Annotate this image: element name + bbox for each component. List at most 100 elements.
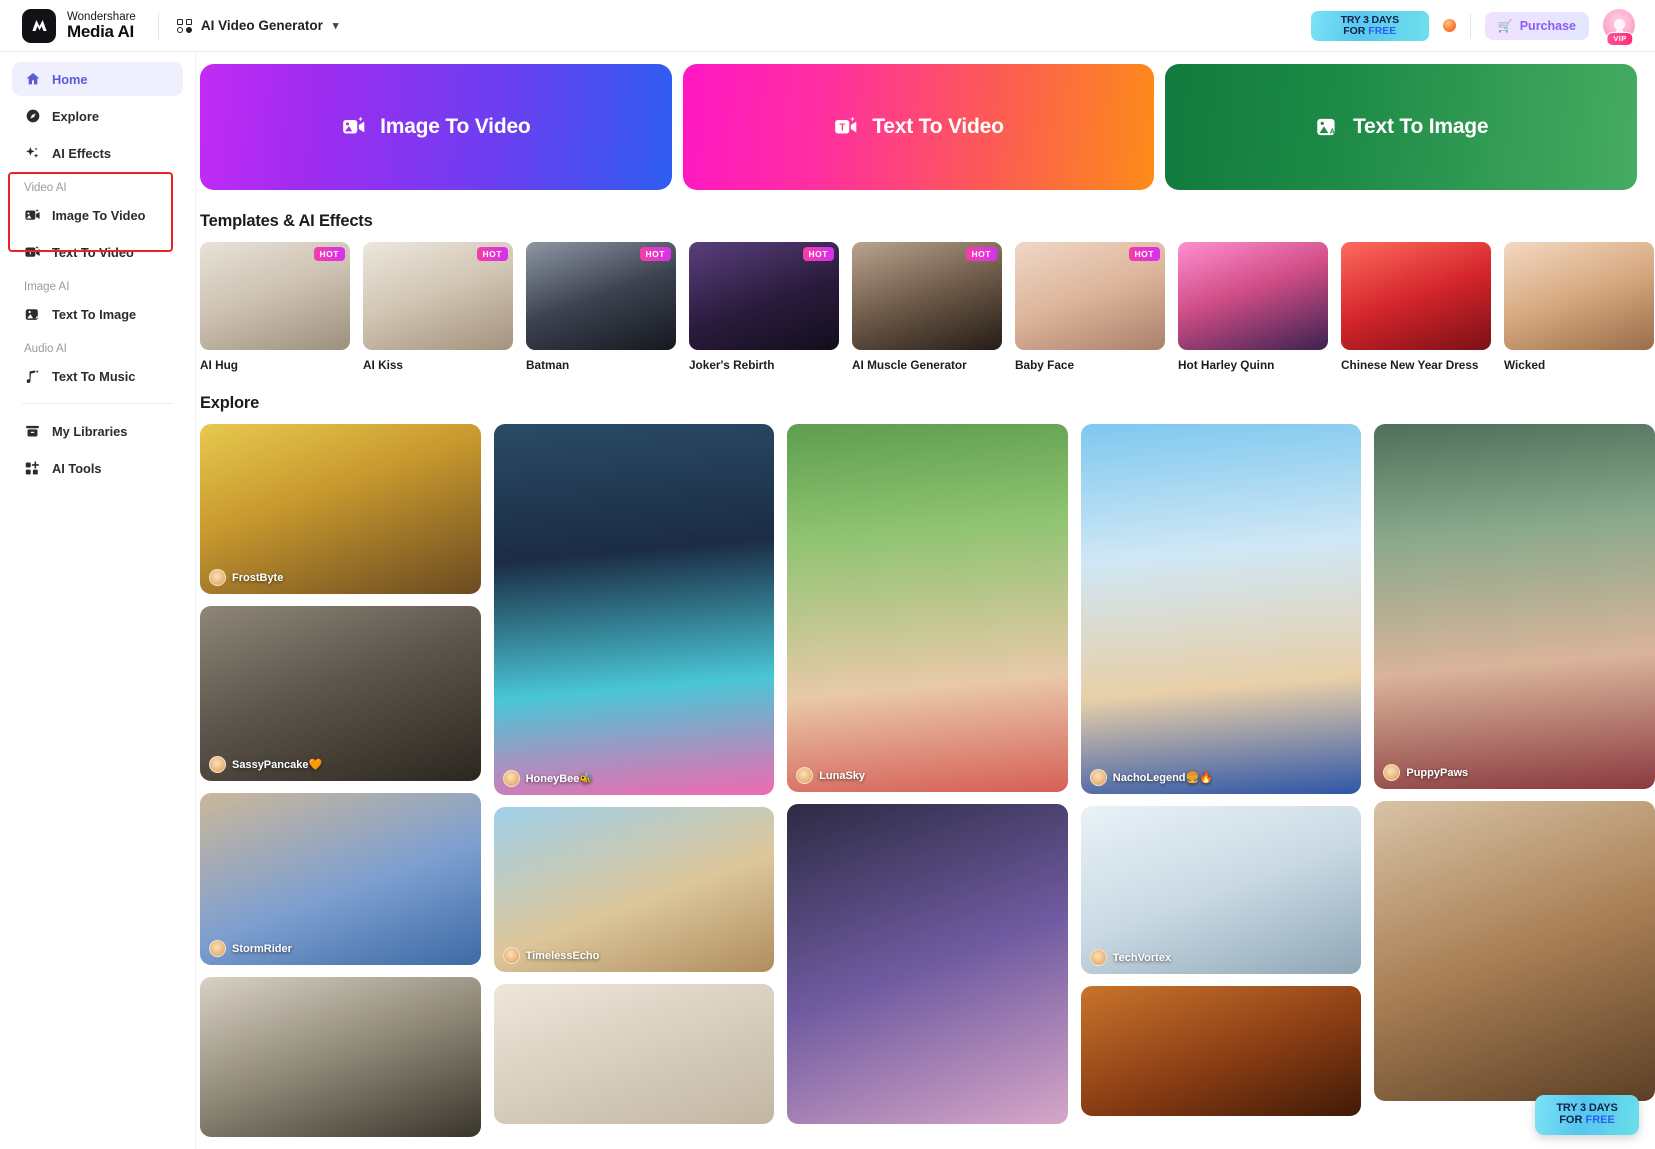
text-to-video-icon: T (24, 244, 41, 261)
user-avatar-icon (209, 756, 226, 773)
template-thumbnail[interactable]: HOT (689, 242, 839, 350)
template-thumbnail[interactable] (1341, 242, 1491, 350)
template-card[interactable]: HOT AI Hug (200, 242, 350, 372)
app-switcher[interactable]: AI Video Generator ▾ (176, 18, 338, 33)
sidebar-item-my-libraries[interactable]: My Libraries (12, 414, 183, 448)
sidebar-item-text-to-video[interactable]: T Text To Video (12, 235, 183, 269)
templates-section-title: Templates & AI Effects (200, 212, 373, 230)
user-avatar-icon (1089, 769, 1107, 786)
hot-badge: HOT (1128, 247, 1160, 261)
template-card[interactable]: HOT AI Kiss (363, 242, 513, 372)
template-card[interactable]: HOT Joker's Rebirth (689, 242, 839, 372)
explore-card[interactable] (787, 804, 1068, 1124)
explore-card[interactable]: TechVortex (1080, 806, 1362, 974)
purchase-button[interactable]: 🛒 Purchase (1484, 11, 1589, 40)
sidebar-label-home: Home (52, 71, 88, 87)
promo-line-2: FOR FREE (1343, 24, 1397, 37)
hero-text-to-image[interactable]: AI Text To Image (1165, 64, 1638, 190)
explore-user-tag[interactable]: HoneyBee🐝 (502, 770, 594, 787)
template-thumbnail[interactable] (1504, 242, 1654, 350)
explore-username: PuppyPaws (1406, 766, 1469, 779)
sidebar-item-text-to-image[interactable]: AI Text To Image (12, 297, 183, 331)
hot-badge: HOT (313, 247, 345, 261)
explore-user-tag[interactable]: TechVortex (1089, 949, 1172, 966)
user-avatar[interactable]: VIP (1603, 8, 1637, 46)
brand-line-2: Media AI (67, 21, 134, 41)
svg-text:AI: AI (35, 314, 41, 320)
explore-column: NachoLegend🍔🔥 TechVortex (1080, 424, 1362, 1137)
purchase-label: Purchase (1519, 18, 1576, 33)
explore-card[interactable]: SassyPancake🧡 (200, 606, 481, 781)
sidebar-divider (22, 403, 173, 404)
explore-card[interactable] (200, 977, 481, 1137)
template-name: Chinese New Year Dress (1341, 358, 1479, 372)
template-thumbnail[interactable]: HOT (363, 242, 513, 350)
sidebar-item-explore[interactable]: Explore (12, 99, 183, 133)
explore-user-tag[interactable]: TimelessEcho (502, 947, 599, 964)
template-name: Baby Face (1015, 358, 1075, 372)
template-thumbnail[interactable]: HOT (852, 242, 1002, 350)
sidebar-label-ai-effects: AI Effects (52, 145, 112, 161)
template-thumbnail[interactable]: HOT (200, 242, 350, 350)
compass-icon (24, 108, 41, 125)
template-name: Batman (526, 358, 570, 372)
explore-card[interactable]: LunaSky (787, 424, 1068, 792)
explore-card[interactable]: PuppyPaws (1374, 424, 1655, 789)
sidebar-item-image-to-video[interactable]: Image To Video (12, 198, 183, 232)
sidebar-label-ai-tools: AI Tools (52, 460, 102, 476)
hot-badge: HOT (802, 247, 834, 261)
template-thumbnail[interactable] (1178, 242, 1328, 350)
sidebar-item-home[interactable]: Home (12, 62, 183, 96)
try-free-promo-banner[interactable]: TRY 3 DAYS FOR FREE (1310, 10, 1429, 41)
apps-grid-icon (176, 18, 193, 33)
template-card[interactable]: Hot Harley Quinn (1178, 242, 1328, 372)
explore-user-tag[interactable]: PuppyPaws (1383, 764, 1468, 781)
explore-column: LunaSky (787, 424, 1068, 1137)
music-note-icon (24, 368, 41, 385)
explore-card[interactable]: NachoLegend🍔🔥 (1080, 424, 1362, 794)
sidebar-item-ai-effects[interactable]: AI Effects (12, 136, 183, 170)
text-image-icon: AI (1314, 114, 1340, 140)
template-card[interactable]: Chinese New Year Dress (1341, 242, 1491, 372)
explore-user-tag[interactable]: LunaSky (796, 767, 865, 784)
template-card[interactable]: Wicked (1504, 242, 1654, 372)
template-card[interactable]: HOT Baby Face (1015, 242, 1165, 372)
explore-card[interactable] (1080, 986, 1362, 1116)
explore-card[interactable] (493, 984, 775, 1124)
explore-card[interactable]: HoneyBee🐝 (493, 424, 775, 795)
floating-promo-line-2: FOR FREE (1559, 1114, 1615, 1126)
hero-text-to-video[interactable]: T Text To Video (682, 64, 1155, 190)
sidebar-label-image-to-video: Image To Video (52, 207, 146, 223)
explore-username: HoneyBee🐝 (525, 773, 594, 785)
floating-try-free-promo[interactable]: TRY 3 DAYS FOR FREE (1535, 1095, 1639, 1135)
explore-card[interactable] (1374, 801, 1655, 1101)
template-card[interactable]: HOT Batman (526, 242, 676, 372)
hero-image-to-video[interactable]: Image To Video (200, 64, 672, 190)
templates-row: HOT AI Hug HOT AI Kiss HOT Batman HOT Joker's R… (196, 242, 1655, 372)
sidebar-item-ai-tools[interactable]: AI Tools (12, 451, 183, 485)
explore-card[interactable]: TimelessEcho (493, 807, 775, 972)
sidebar-label-text-to-image: Text To Image (52, 306, 137, 322)
sidebar-item-text-to-music[interactable]: Text To Music (12, 359, 183, 393)
user-avatar-icon (1383, 764, 1401, 781)
explore-masonry: FrostByte SassyPancake🧡 StormRider HoneyBee… (196, 424, 1655, 1137)
brand-logo[interactable]: Wondershare Media AI (0, 8, 136, 43)
explore-user-tag[interactable]: SassyPancake🧡 (209, 756, 322, 773)
user-avatar-icon (796, 767, 814, 784)
explore-column: HoneyBee🐝 TimelessEcho (493, 424, 775, 1137)
explore-card[interactable]: StormRider (200, 793, 481, 965)
explore-username: TechVortex (1112, 951, 1172, 964)
explore-user-tag[interactable]: FrostByte (209, 569, 283, 586)
svg-text:T: T (28, 249, 32, 256)
hero-label-text-to-video: Text To Video (872, 115, 1004, 138)
explore-user-tag[interactable]: StormRider (209, 940, 292, 957)
brand-line-1: Wondershare (67, 10, 136, 23)
template-thumbnail[interactable]: HOT (1015, 242, 1165, 350)
text-video-icon: T (833, 114, 859, 140)
template-card[interactable]: HOT AI Muscle Generator (852, 242, 1002, 372)
explore-card[interactable]: FrostByte (200, 424, 481, 594)
template-thumbnail[interactable]: HOT (526, 242, 676, 350)
explore-column: PuppyPaws (1374, 424, 1655, 1137)
explore-user-tag[interactable]: NachoLegend🍔🔥 (1089, 769, 1213, 786)
flame-notification-icon[interactable] (1442, 19, 1456, 32)
